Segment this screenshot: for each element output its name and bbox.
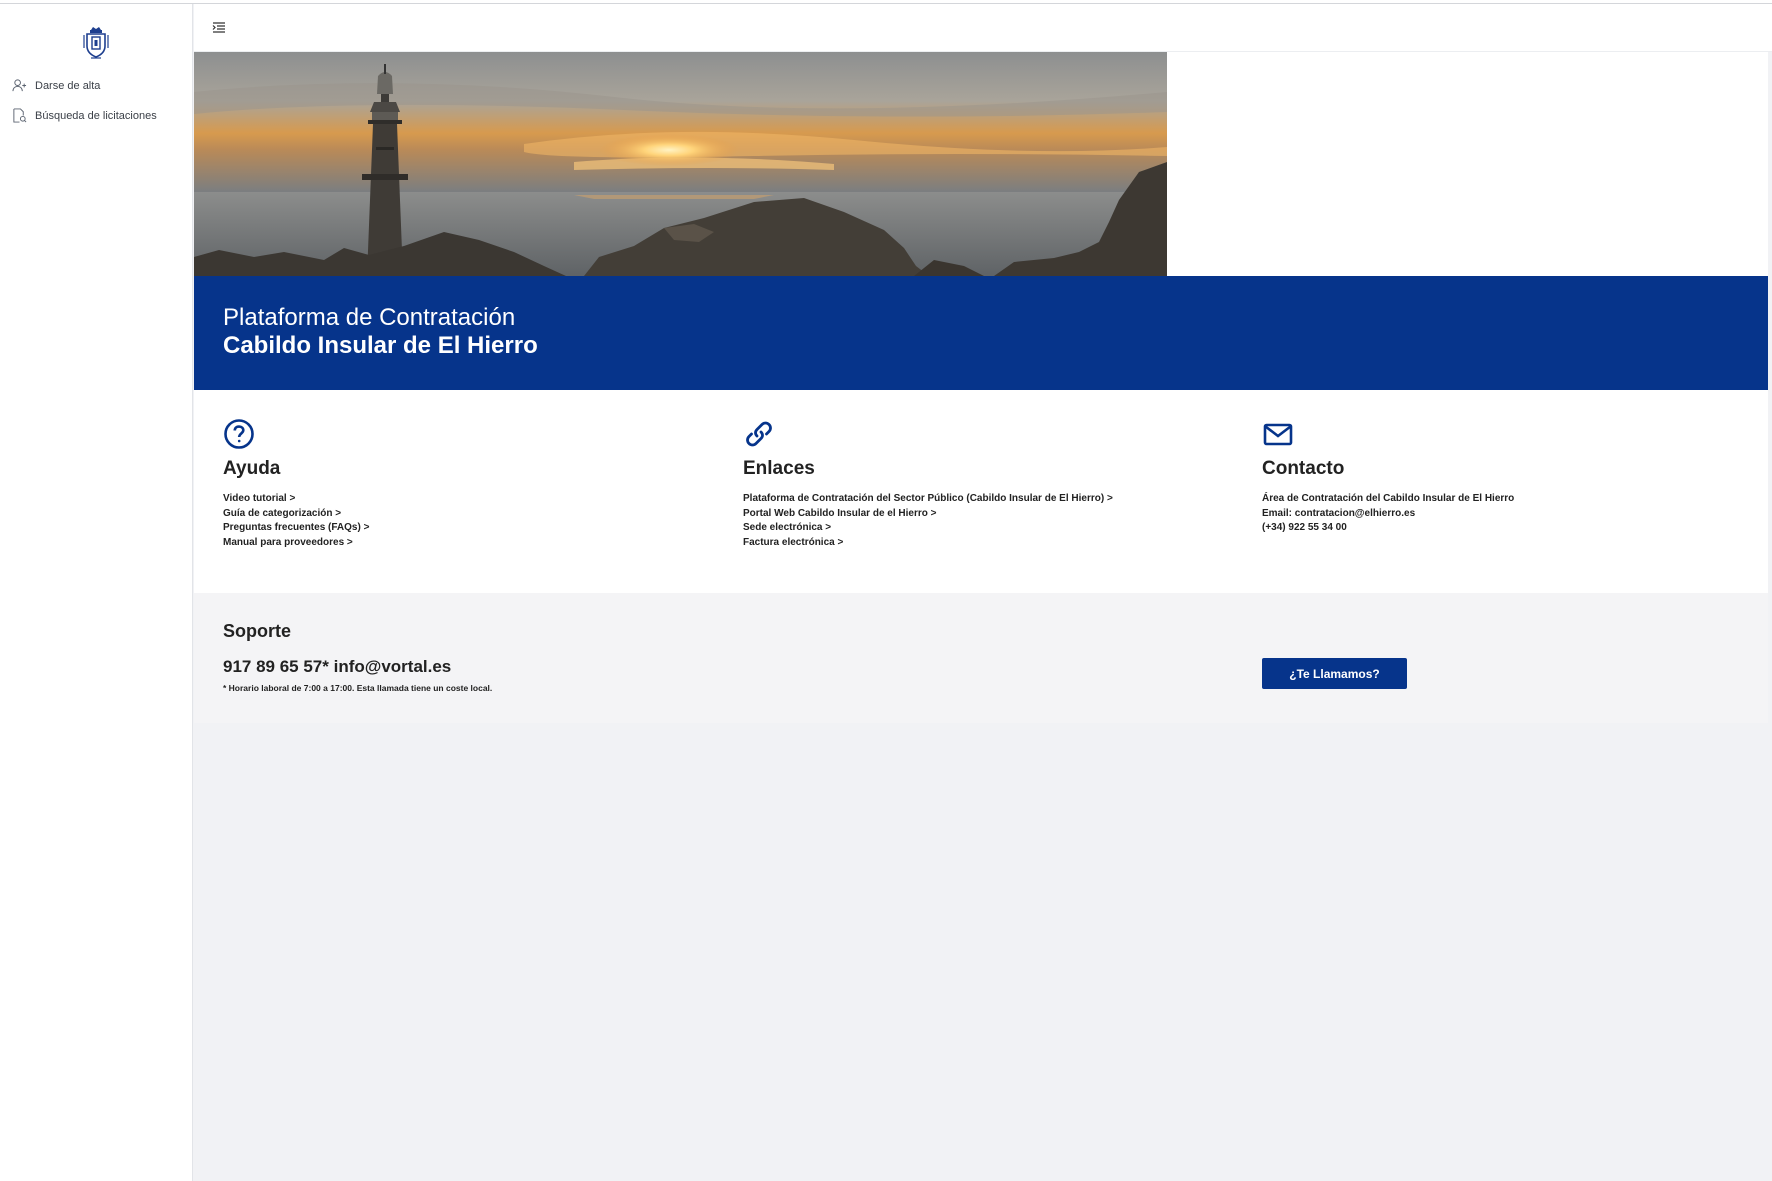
- contacto-section: Contacto Área de Contratación del Cabild…: [1262, 418, 1514, 536]
- enlaces-section: Enlaces Plataforma de Contratación del S…: [743, 418, 1113, 550]
- top-header: [194, 4, 1772, 52]
- sidebar-item-busqueda-licitaciones[interactable]: Búsqueda de licitaciones: [12, 108, 157, 123]
- link-video-tutorial[interactable]: Video tutorial >: [223, 492, 369, 507]
- enlaces-title: Enlaces: [743, 458, 815, 479]
- ayuda-title: Ayuda: [223, 458, 281, 479]
- soporte-phone-email: 917 89 65 57* info@vortal.es: [223, 657, 452, 676]
- hero-image-lighthouse: [194, 52, 1167, 276]
- contacto-phone: (+34) 922 55 34 00: [1262, 522, 1347, 533]
- link-sede-electronica[interactable]: Sede electrónica >: [743, 521, 1113, 536]
- link-factura-electronica[interactable]: Factura electrónica >: [743, 536, 1113, 551]
- link-icon: [746, 421, 772, 447]
- link-plataforma-sector-publico[interactable]: Plataforma de Contratación del Sector Pú…: [743, 492, 1113, 507]
- banner-subtitle: Cabildo Insular de El Hierro: [223, 332, 538, 359]
- sidebar: Darse de alta Búsqueda de licitaciones: [0, 4, 193, 1181]
- contacto-area: Área de Contratación del Cabildo Insular…: [1262, 493, 1515, 504]
- link-preguntas-frecuentes[interactable]: Preguntas frecuentes (FAQs) >: [223, 521, 369, 536]
- user-plus-icon: [12, 79, 27, 92]
- soporte-title: Soporte: [223, 621, 292, 641]
- document-search-icon: [13, 108, 27, 123]
- main-content: Plataforma de Contratación Cabildo Insul…: [194, 52, 1768, 723]
- te-llamamos-button[interactable]: ¿Te Llamamos?: [1262, 658, 1407, 689]
- banner-title: Plataforma de Contratación: [223, 304, 516, 331]
- sidebar-item-label: Darse de alta: [35, 79, 101, 92]
- contacto-title: Contacto: [1262, 458, 1345, 479]
- link-manual-proveedores[interactable]: Manual para proveedores >: [223, 536, 369, 551]
- soporte-note: * Horario laboral de 7:00 a 17:00. Esta …: [223, 683, 493, 693]
- sidebar-item-darse-de-alta[interactable]: Darse de alta: [12, 78, 100, 93]
- coat-of-arms-icon[interactable]: [82, 26, 110, 60]
- ayuda-section: Ayuda Video tutorial > Guía de categoriz…: [223, 418, 369, 550]
- soporte-section: Soporte 917 89 65 57* info@vortal.es * H…: [194, 593, 1768, 723]
- sidebar-item-label: Búsqueda de licitaciones: [35, 109, 157, 122]
- top-border: [0, 0, 1772, 4]
- envelope-icon: [1263, 423, 1293, 446]
- question-circle-icon: [224, 419, 254, 449]
- link-guia-categorizacion[interactable]: Guía de categorización >: [223, 507, 369, 522]
- menu-indent-icon[interactable]: [211, 19, 227, 35]
- platform-banner: Plataforma de Contratación Cabildo Insul…: [194, 276, 1768, 390]
- contacto-email: Email: contratacion@elhierro.es: [1262, 507, 1416, 519]
- link-portal-web-cabildo[interactable]: Portal Web Cabildo Insular de el Hierro …: [743, 507, 1113, 522]
